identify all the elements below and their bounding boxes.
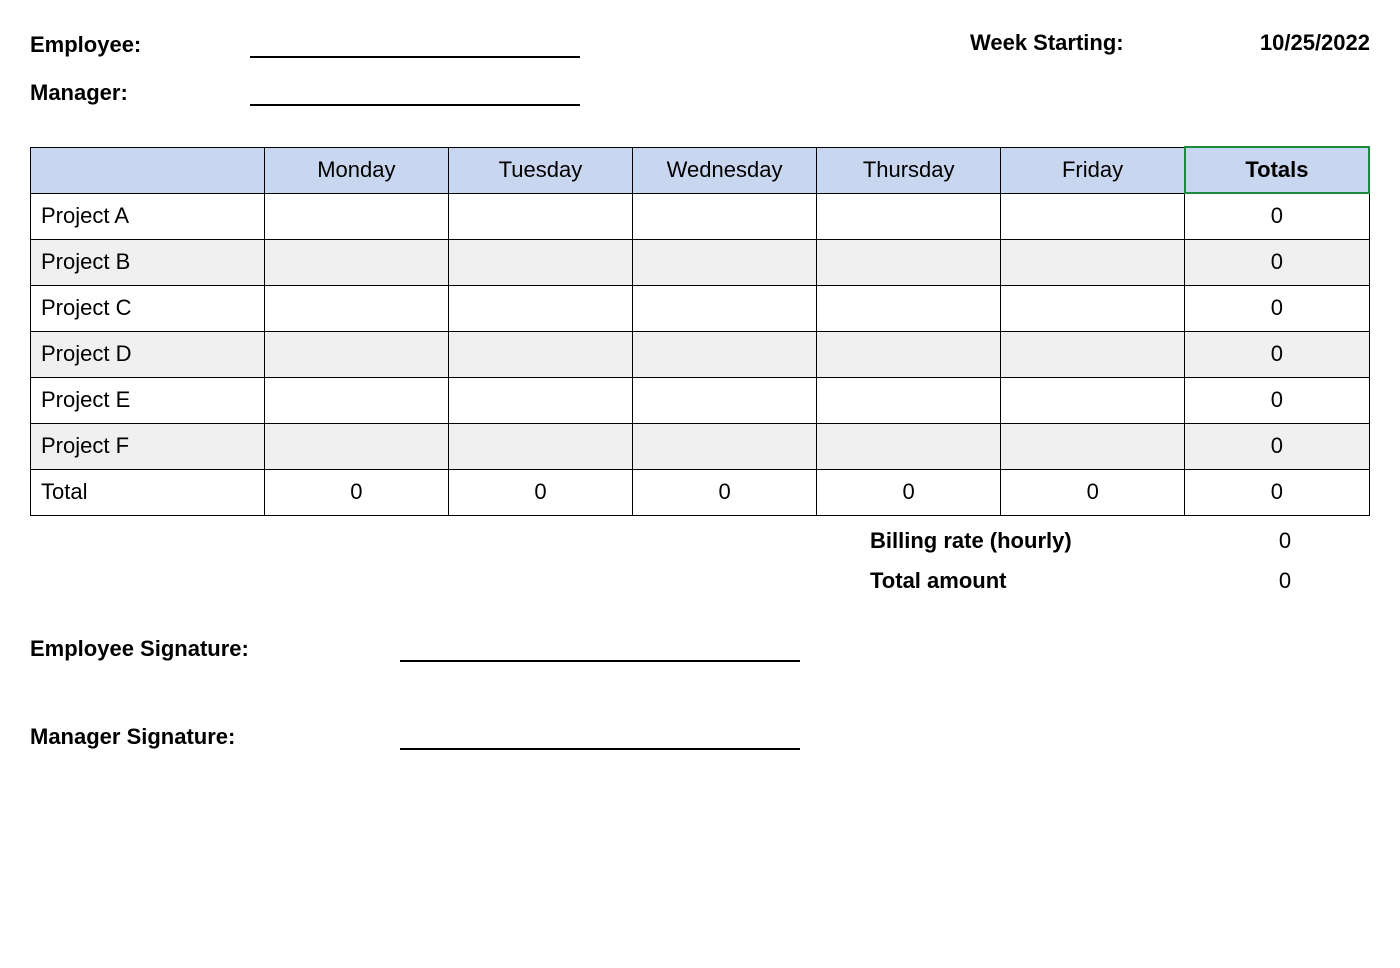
hours-cell[interactable] [1001,331,1185,377]
column-total-cell: 0 [817,469,1001,515]
project-name-cell: Project E [31,377,265,423]
table-row: Project C 0 [31,285,1370,331]
column-total-cell: 0 [633,469,817,515]
header-left: Employee: Manager: [30,30,580,106]
hours-cell[interactable] [1001,193,1185,239]
hours-cell[interactable] [633,377,817,423]
hours-cell[interactable] [448,423,632,469]
hours-cell[interactable] [264,239,448,285]
row-total-cell: 0 [1185,285,1369,331]
week-starting-field: Week Starting: 10/25/2022 [970,30,1370,56]
project-name-cell: Project C [31,285,265,331]
column-total-cell: 0 [264,469,448,515]
summary-grid: Billing rate (hourly) 0 Total amount 0 [870,528,1370,594]
hours-cell[interactable] [817,377,1001,423]
hours-cell[interactable] [264,331,448,377]
project-name-cell: Project B [31,239,265,285]
employee-signature-row: Employee Signature: [30,634,1370,662]
hours-cell[interactable] [448,193,632,239]
column-total-cell: 0 [448,469,632,515]
project-name-cell: Project D [31,331,265,377]
manager-signature-label: Manager Signature: [30,724,400,750]
header-section: Employee: Manager: Week Starting: 10/25/… [30,30,1370,106]
hours-cell[interactable] [817,423,1001,469]
hours-cell[interactable] [1001,377,1185,423]
table-row: Project E 0 [31,377,1370,423]
row-total-cell: 0 [1185,193,1369,239]
header-right: Week Starting: 10/25/2022 [970,30,1370,106]
manager-input-line[interactable] [250,78,580,106]
employee-signature-label: Employee Signature: [30,636,400,662]
table-row: Project D 0 [31,331,1370,377]
row-total-cell: 0 [1185,377,1369,423]
employee-signature-line[interactable] [400,634,800,662]
header-totals: Totals [1185,147,1369,193]
hours-cell[interactable] [633,285,817,331]
header-empty-cell [31,147,265,193]
hours-cell[interactable] [448,331,632,377]
hours-cell[interactable] [633,331,817,377]
row-total-cell: 0 [1185,423,1369,469]
hours-cell[interactable] [817,239,1001,285]
manager-label: Manager: [30,80,250,106]
header-day-wednesday: Wednesday [633,147,817,193]
total-row-label: Total [31,469,265,515]
manager-signature-row: Manager Signature: [30,722,1370,750]
project-name-cell: Project F [31,423,265,469]
hours-cell[interactable] [264,285,448,331]
table-total-row: Total 0 0 0 0 0 0 [31,469,1370,515]
employee-input-line[interactable] [250,30,580,58]
table-row: Project B 0 [31,239,1370,285]
header-day-thursday: Thursday [817,147,1001,193]
hours-cell[interactable] [817,285,1001,331]
week-starting-value: 10/25/2022 [1230,30,1370,56]
total-amount-label: Total amount [870,568,1200,594]
header-day-tuesday: Tuesday [448,147,632,193]
row-total-cell: 0 [1185,239,1369,285]
manager-field: Manager: [30,78,580,106]
signature-section: Employee Signature: Manager Signature: [30,634,1370,750]
grand-total-cell: 0 [1185,469,1369,515]
project-name-cell: Project A [31,193,265,239]
table-header-row: Monday Tuesday Wednesday Thursday Friday… [31,147,1370,193]
hours-cell[interactable] [264,193,448,239]
table-row: Project A 0 [31,193,1370,239]
employee-field: Employee: [30,30,580,58]
header-day-monday: Monday [264,147,448,193]
total-amount-value: 0 [1200,568,1370,594]
hours-cell[interactable] [264,377,448,423]
hours-cell[interactable] [633,193,817,239]
timesheet-table: Monday Tuesday Wednesday Thursday Friday… [30,146,1370,516]
hours-cell[interactable] [1001,239,1185,285]
hours-cell[interactable] [1001,285,1185,331]
hours-cell[interactable] [448,239,632,285]
employee-label: Employee: [30,32,250,58]
week-starting-label: Week Starting: [970,30,1230,56]
row-total-cell: 0 [1185,331,1369,377]
manager-signature-line[interactable] [400,722,800,750]
summary-section: Billing rate (hourly) 0 Total amount 0 [30,528,1370,594]
hours-cell[interactable] [1001,423,1185,469]
hours-cell[interactable] [448,285,632,331]
hours-cell[interactable] [448,377,632,423]
hours-cell[interactable] [633,423,817,469]
table-row: Project F 0 [31,423,1370,469]
hours-cell[interactable] [817,193,1001,239]
hours-cell[interactable] [264,423,448,469]
billing-rate-label: Billing rate (hourly) [870,528,1200,554]
column-total-cell: 0 [1001,469,1185,515]
hours-cell[interactable] [817,331,1001,377]
hours-cell[interactable] [633,239,817,285]
billing-rate-value[interactable]: 0 [1200,528,1370,554]
header-day-friday: Friday [1001,147,1185,193]
